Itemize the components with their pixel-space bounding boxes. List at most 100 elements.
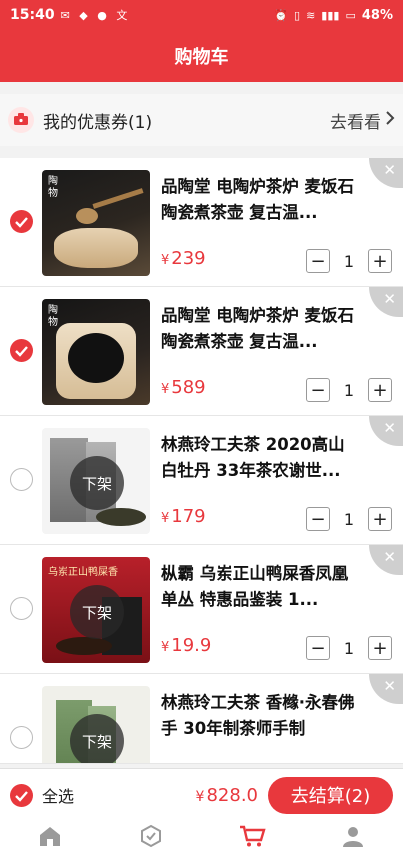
increase-button[interactable]: + bbox=[368, 636, 392, 660]
price-value: 589 bbox=[171, 377, 206, 398]
cart-list: 陶物 品陶堂 电陶炉茶炉 麦饭石陶瓷煮茶壶 复古温... ¥239 − 1 + … bbox=[0, 158, 403, 764]
select-all-label[interactable]: 全选 bbox=[42, 783, 74, 807]
delete-button[interactable]: ✕ bbox=[369, 287, 403, 317]
product-price: ¥589 bbox=[161, 377, 206, 398]
product-image[interactable]: 乌岽正山鸭屎香 下架 bbox=[42, 557, 150, 663]
product-price: ¥19.9 bbox=[161, 635, 211, 656]
quantity-stepper: − 1 + bbox=[306, 506, 392, 532]
product-price: ¥239 bbox=[161, 248, 206, 269]
currency-symbol: ¥ bbox=[161, 382, 170, 397]
currency-symbol: ¥ bbox=[161, 511, 170, 526]
status-right: ⏰ ▯ ≋ ▮▮▮ ▭ 48% bbox=[274, 8, 393, 23]
item-checkbox[interactable] bbox=[10, 339, 33, 362]
ladle-handle bbox=[92, 188, 144, 209]
stove-body bbox=[54, 228, 138, 268]
quantity-stepper: − 1 + bbox=[306, 248, 392, 274]
currency-symbol: ¥ bbox=[161, 253, 170, 268]
profile-icon[interactable] bbox=[333, 822, 373, 850]
decrease-button[interactable]: − bbox=[306, 249, 330, 273]
battery-icon: ▭ bbox=[345, 8, 356, 22]
tea-plate bbox=[56, 637, 112, 655]
product-title[interactable]: 品陶堂 电陶炉茶炉 麦饭石陶瓷煮茶壶 复古温... bbox=[161, 303, 361, 355]
price-value: 19.9 bbox=[171, 635, 212, 656]
off-shelf-badge: 下架 bbox=[70, 714, 124, 763]
signal-icon: ▮▮▮ bbox=[321, 8, 340, 22]
coupon-icon bbox=[8, 107, 34, 133]
checkout-button[interactable]: 去结算(2) bbox=[268, 776, 393, 814]
vibrate-icon: ▯ bbox=[294, 8, 301, 22]
item-checkbox[interactable] bbox=[10, 210, 33, 233]
close-icon: ✕ bbox=[383, 419, 396, 437]
coupon-link[interactable]: 去看看 bbox=[330, 108, 395, 133]
close-icon: ✕ bbox=[383, 161, 396, 179]
status-time: 15:40 bbox=[10, 7, 55, 23]
price-value: 179 bbox=[171, 506, 206, 527]
stove-plate bbox=[68, 333, 124, 383]
delete-button[interactable]: ✕ bbox=[369, 416, 403, 446]
product-banner-text: 乌岽正山鸭屎香 bbox=[48, 567, 118, 578]
ladle bbox=[76, 208, 98, 224]
product-title[interactable]: 林燕玲工夫茶 2020高山白牡丹 33年茶农谢世... bbox=[161, 432, 361, 484]
bottom-nav bbox=[0, 821, 403, 851]
quantity-value: 1 bbox=[343, 251, 355, 271]
close-icon: ✕ bbox=[383, 548, 396, 566]
select-all-checkbox[interactable] bbox=[10, 783, 33, 807]
delete-button[interactable]: ✕ bbox=[369, 158, 403, 188]
product-title[interactable]: 品陶堂 电陶炉茶炉 麦饭石陶瓷煮茶壶 复古温... bbox=[161, 174, 361, 226]
cart-icon[interactable] bbox=[232, 822, 272, 850]
checkout-bar: 全选 ¥828.0 去结算(2) bbox=[0, 768, 403, 821]
chevron-right-icon bbox=[385, 110, 395, 131]
wifi-icon: ≋ bbox=[306, 8, 316, 22]
increase-button[interactable]: + bbox=[368, 378, 392, 402]
off-shelf-badge: 下架 bbox=[70, 585, 124, 639]
cart-item: 陶物 品陶堂 电陶炉茶炉 麦饭石陶瓷煮茶壶 复古温... ¥239 − 1 + … bbox=[0, 158, 403, 287]
alarm-icon: ⏰ bbox=[274, 8, 289, 22]
coupon-row[interactable]: 我的优惠券(1) 去看看 bbox=[0, 94, 403, 146]
increase-button[interactable]: + bbox=[368, 249, 392, 273]
cart-item: 下架 林燕玲工夫茶 香橼·永春佛手 30年制茶师手制 ✕ bbox=[0, 674, 403, 764]
delete-button[interactable]: ✕ bbox=[369, 674, 403, 704]
cart-item: 下架 林燕玲工夫茶 2020高山白牡丹 33年茶农谢世... ¥179 − 1 … bbox=[0, 416, 403, 545]
tea-plate bbox=[96, 508, 146, 526]
product-image[interactable]: 陶物 bbox=[42, 299, 150, 405]
off-shelf-badge: 下架 bbox=[70, 456, 124, 510]
product-title[interactable]: 林燕玲工夫茶 香橼·永春佛手 30年制茶师手制 bbox=[161, 690, 361, 742]
price-value: 239 bbox=[171, 248, 206, 269]
quantity-value: 1 bbox=[343, 509, 355, 529]
quantity-value: 1 bbox=[343, 638, 355, 658]
home-icon[interactable] bbox=[30, 822, 70, 850]
decrease-button[interactable]: − bbox=[306, 378, 330, 402]
total-price: ¥828.0 bbox=[196, 785, 258, 806]
item-checkbox[interactable] bbox=[10, 468, 33, 491]
product-title[interactable]: 枞霸 乌岽正山鸭屎香凤凰单丛 特惠品鉴装 1... bbox=[161, 561, 361, 613]
currency-symbol: ¥ bbox=[195, 788, 205, 805]
quantity-value: 1 bbox=[343, 380, 355, 400]
coupon-label: 我的优惠券(1) bbox=[43, 112, 153, 133]
item-checkbox[interactable] bbox=[10, 726, 33, 749]
category-icon[interactable] bbox=[131, 822, 171, 850]
cart-item: 陶物 品陶堂 电陶炉茶炉 麦饭石陶瓷煮茶壶 复古温... ¥589 − 1 + … bbox=[0, 287, 403, 416]
coupon-link-label: 去看看 bbox=[330, 112, 381, 133]
close-icon: ✕ bbox=[383, 290, 396, 308]
currency-symbol: ¥ bbox=[161, 640, 170, 655]
quantity-stepper: − 1 + bbox=[306, 635, 392, 661]
page-title: 购物车 bbox=[0, 30, 403, 82]
battery-level: 48% bbox=[361, 7, 393, 23]
status-bar: 15:40 ✉ ◆ ● 文 ⏰ ▯ ≋ ▮▮▮ ▭ 48% bbox=[0, 0, 403, 30]
delete-button[interactable]: ✕ bbox=[369, 545, 403, 575]
total-value: 828.0 bbox=[206, 784, 258, 806]
quantity-stepper: − 1 + bbox=[306, 377, 392, 403]
product-image[interactable]: 下架 bbox=[42, 686, 150, 763]
increase-button[interactable]: + bbox=[368, 507, 392, 531]
brand-logo: 陶物 bbox=[48, 305, 58, 328]
item-checkbox[interactable] bbox=[10, 597, 33, 620]
brand-logo: 陶物 bbox=[48, 176, 58, 199]
product-image[interactable]: 陶物 bbox=[42, 170, 150, 276]
cart-item: 乌岽正山鸭屎香 下架 枞霸 乌岽正山鸭屎香凤凰单丛 特惠品鉴装 1... ¥19… bbox=[0, 545, 403, 674]
decrease-button[interactable]: − bbox=[306, 636, 330, 660]
close-icon: ✕ bbox=[383, 677, 396, 695]
decrease-button[interactable]: − bbox=[306, 507, 330, 531]
product-price: ¥179 bbox=[161, 506, 206, 527]
product-image[interactable]: 下架 bbox=[42, 428, 150, 534]
notification-icons: ✉ ◆ ● 文 bbox=[60, 9, 131, 22]
